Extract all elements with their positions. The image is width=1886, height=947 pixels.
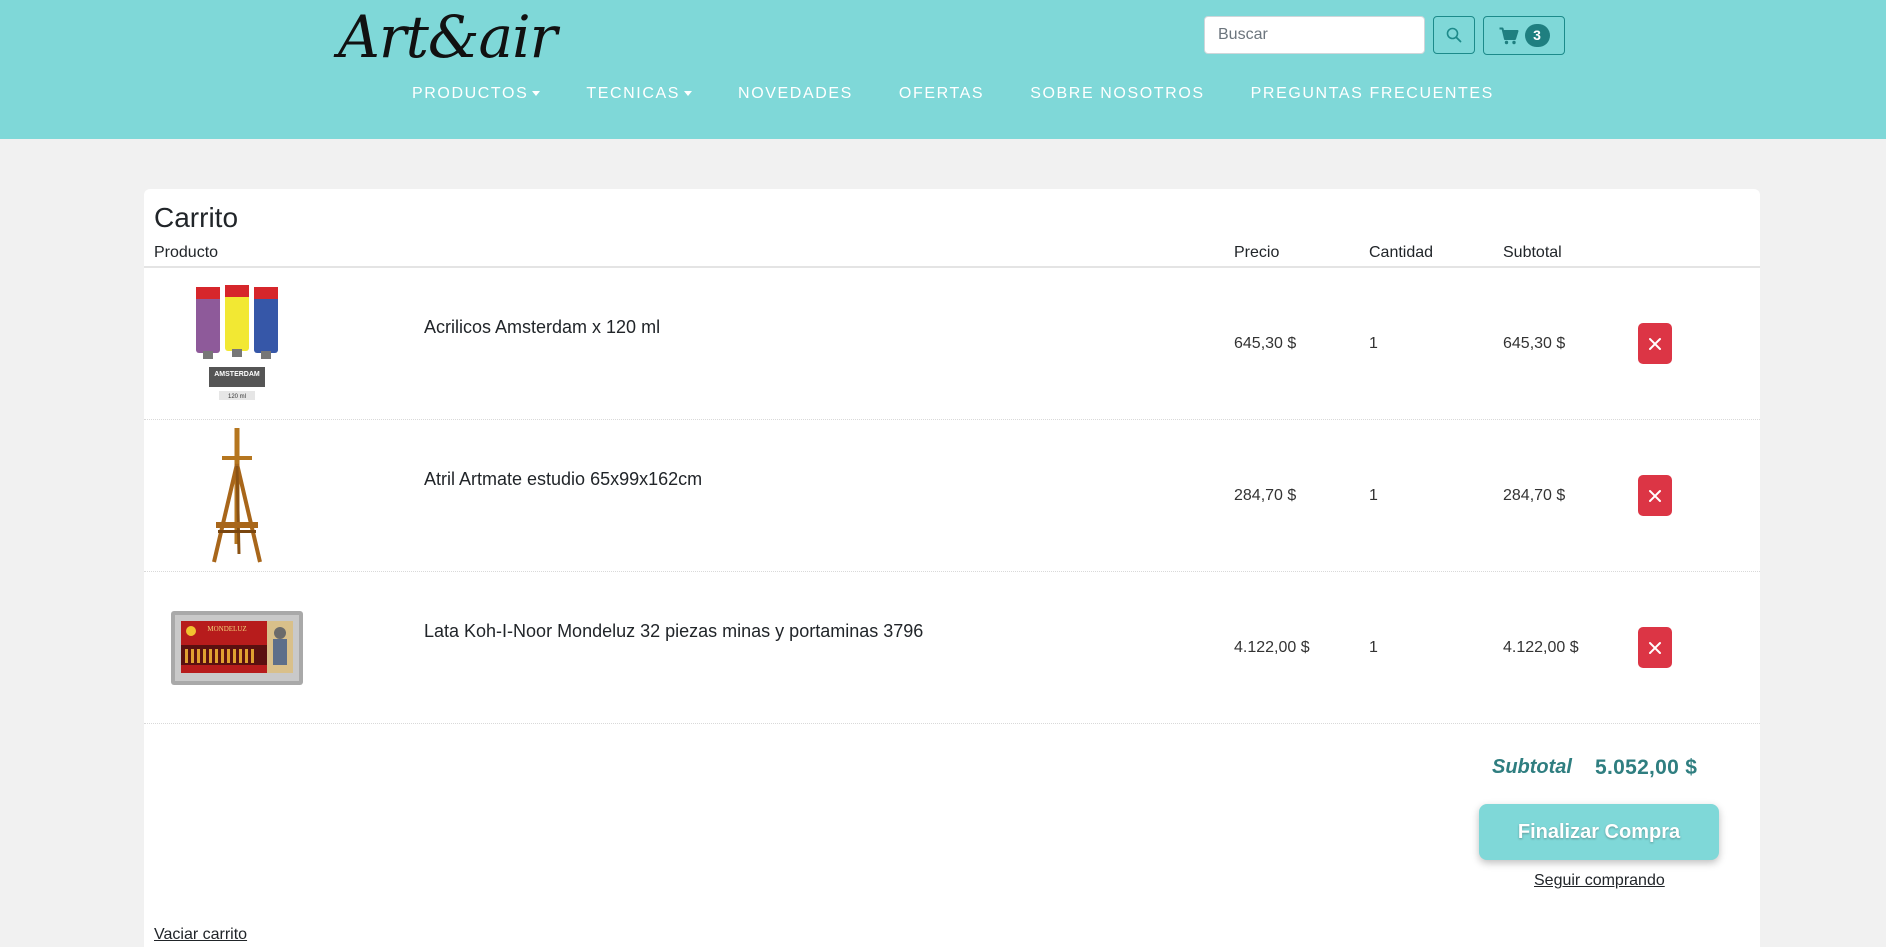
nav-item-label: SOBRE NOSOTROS [1030, 85, 1205, 102]
product-image-pencil-tin[interactable]: MONDELUZ [162, 578, 312, 718]
cart-card: Carrito Producto Precio Cantidad Subtota… [144, 189, 1760, 947]
product-price: 284,70 $ [1234, 487, 1297, 504]
search-button[interactable] [1433, 16, 1475, 54]
search-icon [1446, 27, 1462, 43]
pencil-tin-image: MONDELUZ [171, 611, 303, 685]
column-header-quantity: Cantidad [1369, 244, 1434, 261]
shopping-cart-icon [1499, 27, 1518, 44]
nav-item-label: TECNICAS [586, 85, 681, 102]
column-header-product: Producto [154, 244, 219, 261]
product-name[interactable]: Acrilicos Amsterdam x 120 ml [424, 317, 660, 338]
nav-item-sobre-nosotros[interactable]: SOBRE NOSOTROS [1030, 85, 1204, 103]
remove-item-button[interactable] [1638, 323, 1672, 364]
brand-label: AMSTERDAM [214, 371, 260, 378]
product-quantity: 1 [1369, 335, 1378, 352]
product-subtotal: 4.122,00 $ [1503, 639, 1579, 656]
total-value: 5.052,00 $ [1595, 756, 1698, 779]
nav-item-preguntas-frecuentes[interactable]: PREGUNTAS FRECUENTES [1251, 85, 1494, 103]
nav-item-productos[interactable]: PRODUCTOS [412, 85, 541, 103]
nav-item-tecnicas[interactable]: TECNICAS [586, 85, 693, 103]
product-price: 4.122,00 $ [1234, 639, 1310, 656]
column-header-price: Precio [1234, 244, 1280, 261]
site-header: Art&air 3 PRODUCTOS TECNICAS NOVEDADES O… [0, 0, 1886, 139]
nav-item-ofertas[interactable]: OFERTAS [899, 85, 984, 103]
total-label: Subtotal [1492, 756, 1572, 778]
caret-down-icon [684, 90, 693, 96]
easel-image [212, 428, 262, 563]
product-price: 645,30 $ [1234, 335, 1297, 352]
cart-button[interactable]: 3 [1483, 16, 1565, 55]
column-header-subtotal: Subtotal [1503, 244, 1562, 261]
page-title: Carrito [154, 202, 239, 233]
cart-count-badge: 3 [1524, 24, 1550, 47]
product-subtotal: 645,30 $ [1503, 335, 1566, 352]
product-image-paint-tubes[interactable]: AMSTERDAM 120 ml [162, 274, 312, 414]
product-name[interactable]: Lata Koh-I-Noor Mondeluz 32 piezas minas… [424, 621, 923, 642]
nav-item-label: NOVEDADES [738, 85, 853, 102]
paint-tubes-image: AMSTERDAM 120 ml [196, 285, 278, 400]
checkout-button[interactable]: Finalizar Compra [1479, 804, 1719, 860]
product-image-easel[interactable] [162, 426, 312, 566]
nav-item-label: PRODUCTOS [412, 85, 529, 102]
size-label: 120 ml [228, 394, 246, 400]
remove-item-button[interactable] [1638, 627, 1672, 668]
empty-cart-link[interactable]: Vaciar carrito [154, 926, 247, 944]
nav-item-novedades[interactable]: NOVEDADES [738, 85, 853, 103]
close-icon [1649, 337, 1661, 350]
search-input[interactable] [1204, 16, 1425, 54]
product-subtotal: 284,70 $ [1503, 487, 1566, 504]
nav-item-label: PREGUNTAS FRECUENTES [1250, 85, 1494, 102]
main-nav: PRODUCTOS TECNICAS NOVEDADES OFERTAS SOB… [412, 82, 1494, 106]
logo[interactable]: Art&air [338, 4, 557, 70]
cart-row: Atril Artmate estudio 65x99x162cm 284,70… [144, 420, 1760, 572]
remove-item-button[interactable] [1638, 475, 1672, 516]
close-icon [1649, 641, 1661, 654]
caret-down-icon [532, 90, 541, 96]
close-icon [1649, 489, 1661, 502]
nav-item-label: OFERTAS [898, 85, 985, 102]
brand-label: MONDELUZ [207, 625, 246, 633]
product-quantity: 1 [1369, 639, 1378, 656]
cart-row: MONDELUZ Lata Koh-I-Noor Mondeluz 32 pie… [144, 572, 1760, 724]
cart-row: AMSTERDAM 120 ml Acrilicos Amsterdam x 1… [144, 268, 1760, 420]
product-name[interactable]: Atril Artmate estudio 65x99x162cm [424, 469, 702, 490]
product-quantity: 1 [1369, 487, 1378, 504]
continue-shopping-link[interactable]: Seguir comprando [1534, 872, 1665, 890]
